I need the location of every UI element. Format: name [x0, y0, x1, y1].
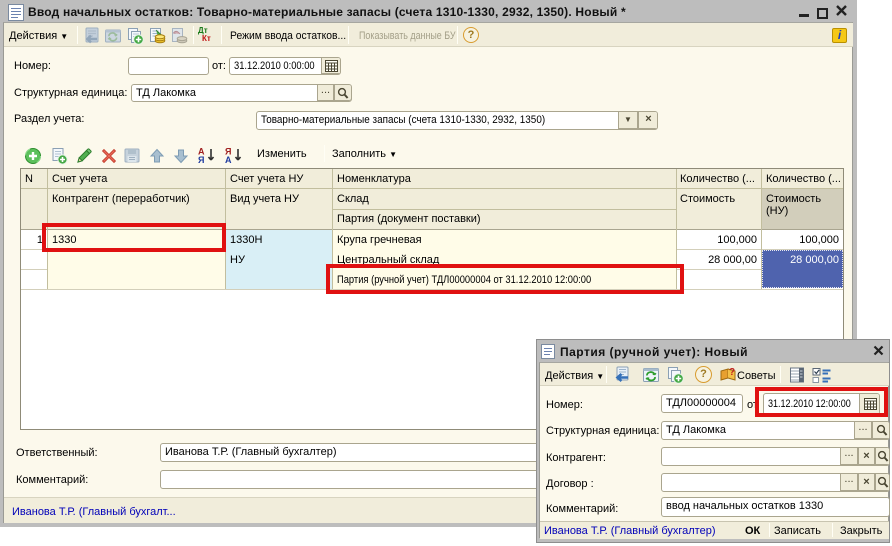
svg-text:А: А — [225, 155, 232, 164]
svg-text:?: ? — [729, 367, 735, 378]
svg-text:Я: Я — [198, 155, 204, 164]
